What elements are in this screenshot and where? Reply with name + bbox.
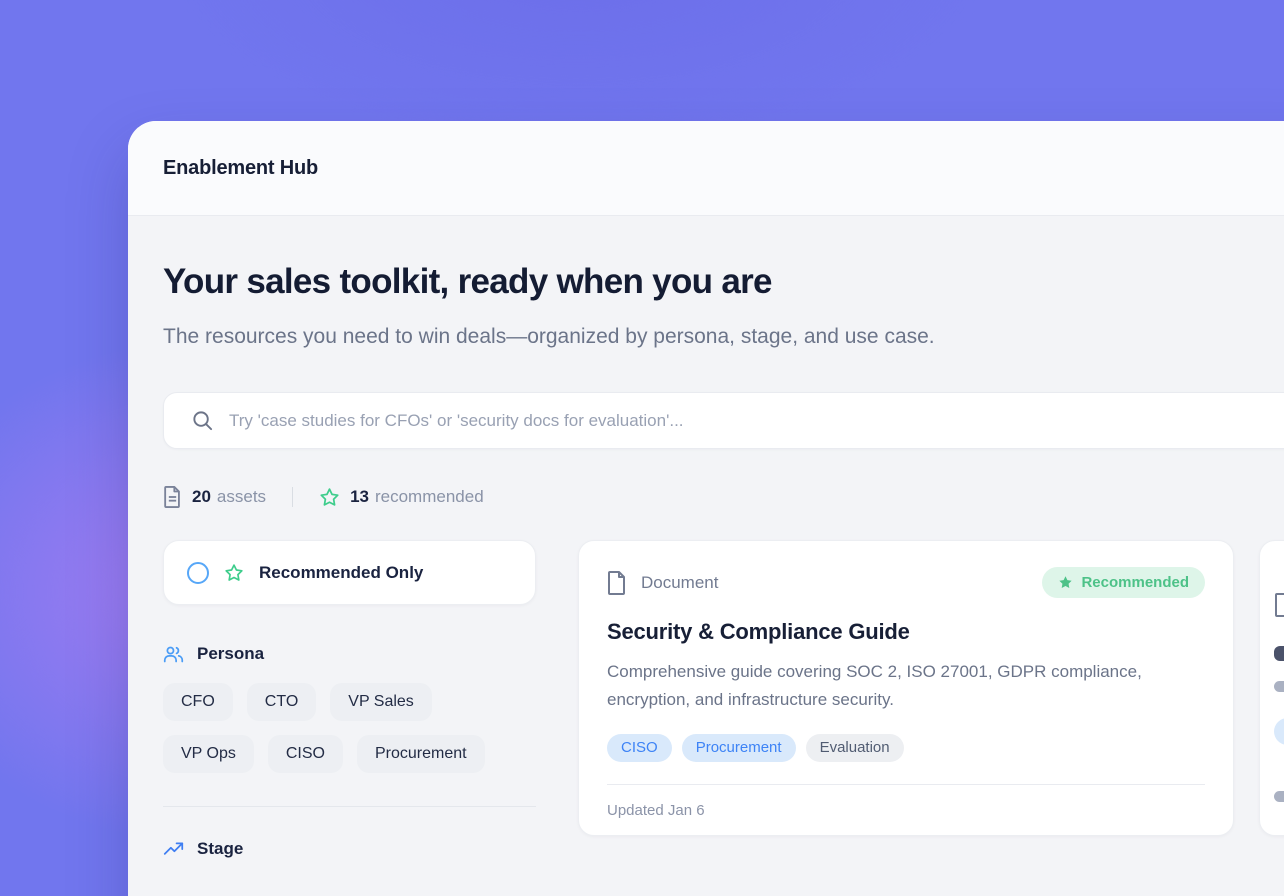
asset-title: Security & Compliance Guide <box>607 619 1205 645</box>
persona-chip-cto[interactable]: CTO <box>247 683 316 721</box>
page-title: Your sales toolkit, ready when you are <box>163 260 1284 304</box>
asset-type-label: Document <box>641 573 718 593</box>
assets-count: 20 <box>192 487 211 507</box>
asset-type: Document <box>607 571 718 595</box>
app-title: Enablement Hub <box>163 157 318 180</box>
recommended-label: recommended <box>375 487 484 507</box>
tag-evaluation[interactable]: Evaluation <box>806 734 904 762</box>
recommended-only-radio[interactable] <box>187 562 209 584</box>
card-top-row: Document Recommended <box>607 567 1205 598</box>
persona-chip-vp-ops[interactable]: VP Ops <box>163 735 254 773</box>
content-row: Recommended Only Persona CFO CTO VP Sale… <box>163 540 1284 860</box>
asset-tag-list: CISO Procurement Evaluation <box>607 734 1205 762</box>
asset-cards-row: Document Recommended Security & Complian… <box>578 540 1284 860</box>
app-header: Enablement Hub <box>128 121 1284 216</box>
recommended-badge-label: Recommended <box>1081 574 1189 591</box>
app-body: Your sales toolkit, ready when you are T… <box>128 216 1284 860</box>
recommended-only-label: Recommended Only <box>259 563 423 583</box>
persona-facet-label: Persona <box>197 644 264 664</box>
stage-facet-label: Stage <box>197 839 243 859</box>
search-icon <box>191 409 214 432</box>
assets-label: assets <box>217 487 266 507</box>
stats-row: 20 assets 13 recommended <box>163 485 1284 509</box>
card-footer: Updated Jan 6 <box>607 784 1205 820</box>
persona-chip-ciso[interactable]: CISO <box>268 735 343 773</box>
search-input[interactable] <box>229 411 1129 431</box>
persona-facet-header: Persona <box>163 643 536 665</box>
asset-card-partial[interactable] <box>1259 540 1284 836</box>
sidebar-divider <box>163 806 536 807</box>
recommended-count: 13 <box>350 487 369 507</box>
tag-ciso[interactable]: CISO <box>607 734 672 762</box>
star-filled-icon <box>1058 575 1073 590</box>
partial-description <box>1274 681 1284 692</box>
users-icon <box>163 644 184 665</box>
filters-sidebar: Recommended Only Persona CFO CTO VP Sale… <box>163 540 536 860</box>
trending-up-icon <box>163 839 184 860</box>
partial-footer <box>1274 791 1284 802</box>
star-icon <box>319 487 340 508</box>
persona-chip-vp-sales[interactable]: VP Sales <box>330 683 432 721</box>
page-subtitle: The resources you need to win deals—orga… <box>163 318 953 356</box>
stage-facet-header: Stage <box>163 838 536 860</box>
persona-chip-cfo[interactable]: CFO <box>163 683 233 721</box>
recommended-only-toggle[interactable]: Recommended Only <box>163 540 536 605</box>
partial-tag <box>1274 718 1284 745</box>
asset-updated: Updated Jan 6 <box>607 802 705 819</box>
asset-card-security-compliance-guide[interactable]: Document Recommended Security & Complian… <box>578 540 1234 836</box>
persona-chip-list: CFO CTO VP Sales VP Ops CISO Procurement <box>163 683 536 773</box>
stats-divider <box>292 487 293 507</box>
persona-chip-procurement[interactable]: Procurement <box>357 735 485 773</box>
partial-title <box>1274 646 1284 661</box>
enablement-hub-panel: Enablement Hub Your sales toolkit, ready… <box>128 121 1284 896</box>
star-icon <box>224 563 244 583</box>
search-bar[interactable] <box>163 392 1284 449</box>
asset-description: Comprehensive guide covering SOC 2, ISO … <box>607 658 1205 714</box>
tag-procurement[interactable]: Procurement <box>682 734 796 762</box>
document-count-icon <box>163 486 182 508</box>
document-icon <box>607 571 627 595</box>
recommended-badge: Recommended <box>1042 567 1205 598</box>
document-icon <box>1274 593 1284 617</box>
